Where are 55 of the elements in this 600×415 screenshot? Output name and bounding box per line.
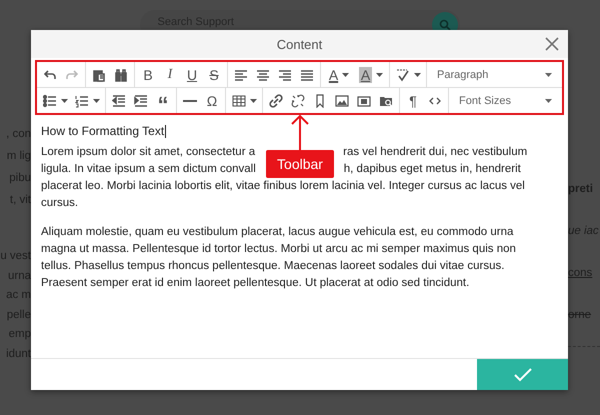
italic-button[interactable]: I	[159, 64, 181, 86]
binoculars-icon	[114, 68, 128, 82]
spellcheck-icon	[396, 68, 410, 82]
caret-icon	[250, 98, 256, 102]
strikethrough-button[interactable]: S	[203, 64, 225, 86]
align-center-icon	[256, 68, 270, 82]
redo-icon	[65, 68, 79, 82]
align-right-icon	[278, 68, 292, 82]
format-dropdown[interactable]: Paragraph	[429, 64, 560, 86]
caret-icon	[92, 98, 100, 102]
body-text: Praesent semper erat id enim laoreet pellentesque. Ut placerat at odio sed tincidunt.	[41, 276, 470, 291]
text-cursor	[165, 124, 166, 138]
callout-label: Toolbar	[266, 150, 334, 178]
table-icon	[232, 94, 246, 108]
highlight-color-button[interactable]: A	[355, 64, 387, 86]
body-text: cursus.	[41, 196, 78, 211]
film-icon	[357, 94, 371, 108]
caret-icon	[60, 98, 68, 102]
blockquote-button[interactable]: “	[152, 90, 174, 112]
link-icon	[269, 94, 283, 108]
body-text: h, dapibus eget metus in, hendrerit	[344, 162, 521, 177]
image-icon	[335, 94, 349, 108]
bulleted-list-icon	[42, 94, 56, 108]
heading-text: How to Formatting Text	[41, 124, 164, 138]
text-color-button[interactable]: A	[323, 64, 355, 86]
horizontal-line-icon	[183, 100, 197, 102]
caret-icon	[376, 72, 384, 76]
clipboard-icon	[92, 68, 106, 82]
body-text: ligula. In vitae ipsum a sem dictum convall	[41, 162, 256, 177]
body-text: placerat leo. Morbi lacinia lobortis elit, vitae finibus lorem lacinia vel. Integer cursus ac lacus vel	[41, 179, 525, 194]
caret-icon	[545, 98, 552, 102]
caret-icon	[545, 72, 552, 76]
numbered-list-icon	[74, 94, 88, 108]
unlink-icon	[291, 94, 305, 108]
underline-button[interactable]: U	[181, 64, 203, 86]
close-button[interactable]	[545, 37, 559, 51]
body-text: ras vel hendrerit dui, nec vestibulum	[343, 145, 528, 160]
checkmark-icon	[514, 368, 532, 382]
body-text: Lorem ipsum dolor sit amet, consectetur a	[41, 145, 256, 160]
outdent-icon	[112, 94, 126, 108]
close-icon	[545, 37, 559, 51]
body-text: Aliquam molestie, quam eu vestibulum placerat, lacus augue vehicula est, eu commodo urna	[41, 225, 514, 240]
format-dropdown[interactable]: Font Sizes	[451, 90, 560, 112]
justify-icon	[300, 68, 314, 82]
body-text: magna ut massa. Pellentesque id tortor lectus. Morbi ut arcu ac mi semper maximus quis non	[41, 242, 516, 257]
special-character-button[interactable]: Ω	[201, 90, 223, 112]
align-left-icon	[234, 68, 248, 82]
bold-button[interactable]: B	[137, 64, 159, 86]
caret-icon	[414, 72, 420, 76]
caret-icon	[342, 72, 350, 76]
body-text: tellus. Phasellus tempus rhoncus pellentesque. Maecenas laoreet sodales dui vitae cursus.	[41, 259, 504, 274]
indent-icon	[134, 94, 148, 108]
paragraph-marks-button[interactable]: ¶	[402, 90, 424, 112]
undo-icon	[43, 68, 57, 82]
search-icon	[438, 19, 450, 31]
